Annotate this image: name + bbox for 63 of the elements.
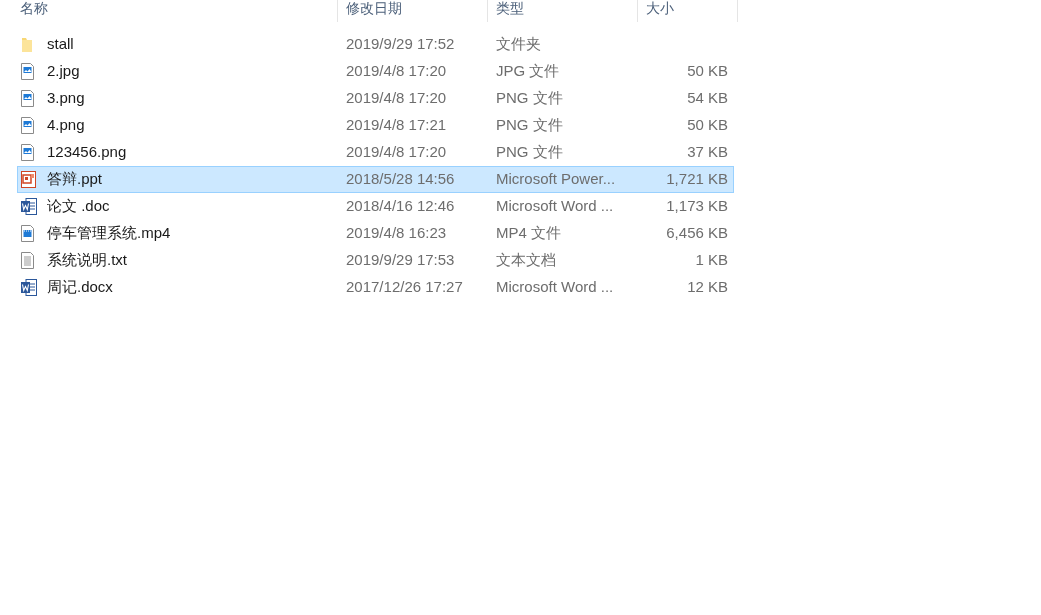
file-size: 37 KB xyxy=(686,142,728,163)
modified-date: 2019/4/8 17:20 xyxy=(346,142,448,163)
modified-date: 2018/4/16 12:46 xyxy=(346,196,456,217)
image-file-icon xyxy=(21,63,34,80)
image-file-icon xyxy=(21,90,34,107)
file-type: Microsoft Word ... xyxy=(496,196,615,217)
file-name: 2.jpg xyxy=(47,61,81,82)
file-type: PNG 文件 xyxy=(496,88,564,109)
file-row[interactable]: 123456.png 2019/4/8 17:20 PNG 文件 37 KB xyxy=(17,139,734,166)
file-name: 周记.docx xyxy=(47,277,114,298)
modified-date: 2019/4/8 17:20 xyxy=(346,61,448,82)
file-row[interactable]: 停车管理系统.mp4 2019/4/8 16:23 MP4 文件 6,456 KB xyxy=(17,220,734,247)
file-type: JPG 文件 xyxy=(496,61,561,82)
file-row[interactable]: 答辩.ppt 2018/5/28 14:56 Microsoft Power... 1,721 KB xyxy=(17,166,734,193)
document-file-icon xyxy=(21,198,37,215)
file-size: 12 KB xyxy=(686,277,728,298)
modified-date: 2019/9/29 17:52 xyxy=(346,34,456,55)
column-header[interactable]: 修改日期 xyxy=(346,0,402,16)
column-header[interactable]: 类型 xyxy=(496,0,524,16)
file-type: Microsoft Power... xyxy=(496,169,617,190)
modified-date: 2018/5/28 14:56 xyxy=(346,169,456,190)
image-file-icon xyxy=(21,144,34,161)
file-type: 文本文档 xyxy=(496,250,557,271)
file-size: 50 KB xyxy=(686,115,728,136)
file-row[interactable]: 论文 .doc 2018/4/16 12:46 Microsoft Word ... 1,173 KB xyxy=(17,193,734,220)
file-name: 123456.png xyxy=(47,142,128,163)
file-row[interactable]: 系统说明.txt 2019/9/29 17:53 文本文档 1 KB xyxy=(17,247,734,274)
file-name: stall xyxy=(47,34,75,55)
file-row[interactable]: 2.jpg 2019/4/8 17:20 JPG 文件 50 KB xyxy=(17,58,734,85)
file-type: MP4 文件 xyxy=(496,223,562,244)
file-name: 系统说明.txt xyxy=(47,250,128,271)
file-size: 1,173 KB xyxy=(665,196,728,217)
file-row[interactable]: 周记.docx 2017/12/26 17:27 Microsoft Word ... 12 KB xyxy=(17,274,734,301)
document-file-icon xyxy=(21,279,37,296)
modified-date: 2017/12/26 17:27 xyxy=(346,277,464,298)
file-size: 50 KB xyxy=(686,61,728,82)
presentation-file-icon xyxy=(21,171,36,188)
file-type: PNG 文件 xyxy=(496,115,564,136)
file-row[interactable]: 4.png 2019/4/8 17:21 PNG 文件 50 KB xyxy=(17,112,734,139)
modified-date: 2019/4/8 16:23 xyxy=(346,223,448,244)
modified-date: 2019/4/8 17:20 xyxy=(346,88,448,109)
file-type: PNG 文件 xyxy=(496,142,564,163)
modified-date: 2019/9/29 17:53 xyxy=(346,250,456,271)
column-header[interactable]: 名称 xyxy=(20,0,48,16)
folder-icon xyxy=(21,36,33,53)
file-name: 4.png xyxy=(47,115,86,136)
video-file-icon xyxy=(21,225,34,242)
file-type: 文件夹 xyxy=(496,34,542,55)
file-type: Microsoft Word ... xyxy=(496,277,615,298)
image-file-icon xyxy=(21,117,34,134)
file-size: 1,721 KB xyxy=(665,169,728,190)
modified-date: 2019/4/8 17:21 xyxy=(346,115,448,136)
file-name: 论文 .doc xyxy=(47,196,111,217)
file-size: 54 KB xyxy=(686,88,728,109)
file-size: 1 KB xyxy=(694,250,728,271)
column-header[interactable]: 大小 xyxy=(646,0,674,16)
file-name: 答辩.ppt xyxy=(47,169,104,190)
file-row[interactable]: 3.png 2019/4/8 17:20 PNG 文件 54 KB xyxy=(17,85,734,112)
file-size: 6,456 KB xyxy=(665,223,728,244)
file-name: 停车管理系统.mp4 xyxy=(47,223,172,244)
text-file-icon xyxy=(21,252,34,269)
file-row[interactable]: stall 2019/9/29 17:52 文件夹 xyxy=(17,31,734,58)
file-name: 3.png xyxy=(47,88,86,109)
